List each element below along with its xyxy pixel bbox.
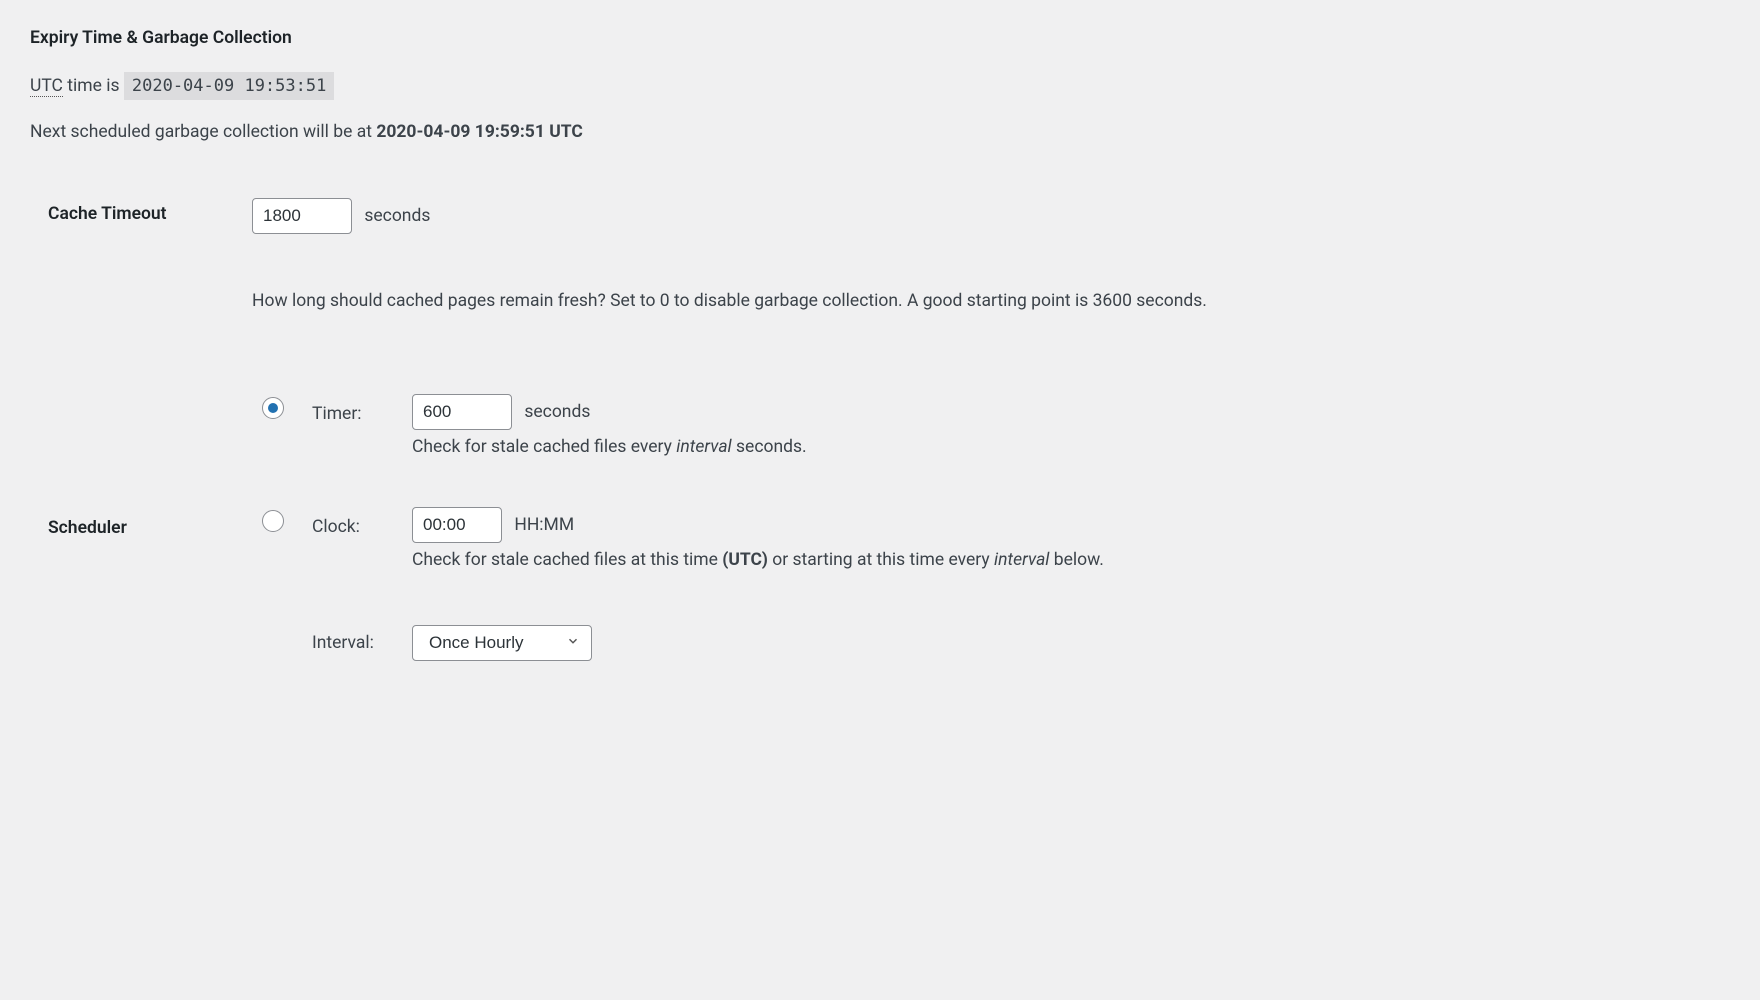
scheduler-clock-desc-prefix: Check for stale cached files at this tim… xyxy=(412,550,722,570)
scheduler-clock-option-label: Clock: xyxy=(312,507,412,621)
scheduler-clock-desc: Check for stale cached files at this tim… xyxy=(412,549,1104,573)
cache-timeout-unit: seconds xyxy=(364,206,430,226)
utc-prefix: time is xyxy=(63,76,124,96)
scheduler-clock-radio[interactable] xyxy=(262,510,284,532)
scheduler-timer-desc-prefix: Check for stale cached files every xyxy=(412,437,676,457)
cache-timeout-help: How long should cached pages remain fres… xyxy=(252,290,1272,314)
scheduler-clock-desc-suffix: below. xyxy=(1049,550,1103,570)
scheduler-timer-desc-suffix: seconds. xyxy=(732,437,807,457)
scheduler-clock-desc-middle: or starting at this time every xyxy=(768,550,994,570)
scheduler-timer-input[interactable] xyxy=(412,394,512,430)
scheduler-interval-label: Interval: xyxy=(312,621,412,671)
utc-time-line: UTC time is 2020-04-09 19:53:51 xyxy=(30,76,1730,96)
next-gc-time: 2020-04-09 19:59:51 UTC xyxy=(376,122,583,142)
scheduler-clock-desc-bold: (UTC) xyxy=(722,550,768,570)
utc-time-value: 2020-04-09 19:53:51 xyxy=(124,72,334,100)
next-gc-prefix: Next scheduled garbage collection will b… xyxy=(30,122,376,142)
cache-timeout-label: Cache Timeout xyxy=(30,190,252,386)
scheduler-clock-unit: HH:MM xyxy=(514,515,574,535)
scheduler-interval-select[interactable]: Once Hourly xyxy=(412,625,592,661)
scheduler-timer-desc: Check for stale cached files every inter… xyxy=(412,436,1104,460)
scheduler-timer-unit: seconds xyxy=(524,402,590,422)
section-title: Expiry Time & Garbage Collection xyxy=(30,28,1730,48)
utc-abbr: UTC xyxy=(30,76,63,97)
next-gc-line: Next scheduled garbage collection will b… xyxy=(30,122,1730,142)
scheduler-clock-desc-interval: interval xyxy=(994,550,1049,570)
scheduler-clock-input[interactable] xyxy=(412,507,502,543)
scheduler-label: Scheduler xyxy=(30,386,252,681)
scheduler-timer-desc-interval: interval xyxy=(676,437,731,457)
scheduler-timer-radio[interactable] xyxy=(262,397,284,419)
cache-timeout-input[interactable] xyxy=(252,198,352,234)
scheduler-timer-option-label: Timer: xyxy=(312,394,412,508)
